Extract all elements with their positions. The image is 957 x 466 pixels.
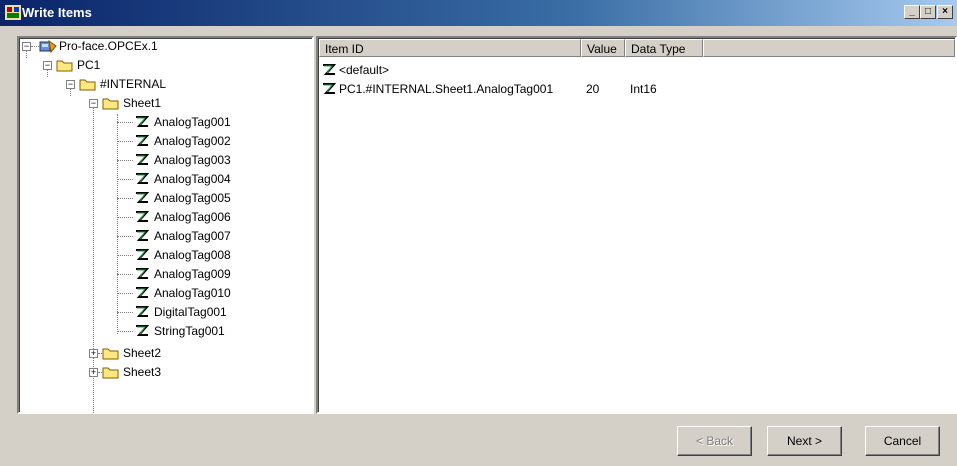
data-type-cell: Int16 — [630, 82, 657, 96]
tag-icon — [136, 116, 149, 127]
tag-icon — [136, 135, 149, 146]
tag-icon — [136, 325, 149, 336]
tag-icon — [136, 211, 149, 222]
tag-icon — [323, 83, 336, 94]
item-tree[interactable]: − Pro-face.OPCEx.1 − PC1 − #INTERNAL − S… — [17, 36, 314, 414]
tree-line — [117, 293, 133, 294]
write-items-dialog: Write Items _ □ × − Pro-face.OPCEx.1 − P… — [0, 0, 957, 466]
maximize-button[interactable]: □ — [920, 5, 936, 19]
tree-label: AnalogTag009 — [154, 267, 231, 281]
next-button[interactable]: Next > — [767, 426, 842, 456]
tree-label: AnalogTag007 — [154, 229, 231, 243]
tag-icon — [136, 306, 149, 317]
tree-label: AnalogTag001 — [154, 115, 231, 129]
folder-icon — [102, 98, 119, 110]
tag-icon — [136, 249, 149, 260]
tag-icon — [136, 192, 149, 203]
collapse-toggle[interactable]: − — [22, 42, 31, 51]
tree-label: AnalogTag005 — [154, 191, 231, 205]
tag-icon — [136, 268, 149, 279]
item-list[interactable]: Item ID Value Data Type <default> PC1.#I… — [316, 36, 957, 414]
tree-line — [117, 198, 133, 199]
column-header-filler — [703, 39, 955, 57]
tree-label: StringTag001 — [154, 324, 225, 338]
list-row[interactable]: PC1.#INTERNAL.Sheet1.AnalogTag001 20 Int… — [318, 81, 948, 98]
tag-icon — [136, 230, 149, 241]
folder-icon — [56, 60, 73, 72]
tree-line — [26, 50, 27, 58]
back-button[interactable]: < Back — [677, 426, 752, 456]
folder-icon — [79, 79, 96, 91]
cancel-button[interactable]: Cancel — [865, 426, 940, 456]
item-id-cell: PC1.#INTERNAL.Sheet1.AnalogTag001 — [339, 82, 554, 96]
tree-line — [117, 255, 133, 256]
tree-line — [117, 331, 133, 332]
tree-label: Sheet2 — [123, 346, 162, 360]
tree-label: DigitalTag001 — [154, 305, 227, 319]
tree-line — [117, 312, 133, 313]
close-button[interactable]: × — [937, 5, 953, 19]
tag-icon — [136, 287, 149, 298]
expand-toggle[interactable]: + — [89, 368, 98, 377]
collapse-toggle[interactable]: − — [89, 99, 98, 108]
tree-line — [117, 217, 133, 218]
item-id-cell: <default> — [339, 63, 390, 77]
tree-line — [31, 46, 39, 47]
tree-label: Sheet1 — [123, 96, 162, 110]
tree-label: AnalogTag002 — [154, 134, 231, 148]
tree-label: Pro-face.OPCEx.1 — [59, 39, 158, 53]
column-header-value[interactable]: Value — [581, 39, 625, 57]
tree-line — [117, 114, 118, 334]
tag-icon — [136, 154, 149, 165]
tree-line — [117, 141, 133, 142]
tree-line — [117, 122, 133, 123]
value-cell: 20 — [586, 82, 600, 96]
column-header-data-type[interactable]: Data Type — [625, 39, 703, 57]
tree-label: AnalogTag004 — [154, 172, 231, 186]
window-title: Write Items — [22, 5, 92, 20]
tree-label: Sheet3 — [123, 365, 162, 379]
tree-label: AnalogTag008 — [154, 248, 231, 262]
collapse-toggle[interactable]: − — [43, 61, 52, 70]
tree-line — [117, 274, 133, 275]
collapse-toggle[interactable]: − — [66, 80, 75, 89]
tag-icon — [323, 64, 336, 75]
tree-line — [117, 160, 133, 161]
expand-toggle[interactable]: + — [89, 349, 98, 358]
tree-label: AnalogTag003 — [154, 153, 231, 167]
tree-line — [117, 236, 133, 237]
tag-icon — [136, 173, 149, 184]
tree-label: PC1 — [77, 58, 101, 72]
folder-icon — [102, 348, 119, 360]
column-header-item-id[interactable]: Item ID — [319, 39, 581, 57]
tree-label: AnalogTag006 — [154, 210, 231, 224]
minimize-button[interactable]: _ — [904, 5, 920, 19]
folder-icon — [102, 367, 119, 379]
list-row[interactable]: <default> — [318, 62, 948, 79]
tree-label: #INTERNAL — [100, 77, 167, 91]
tree-line — [47, 69, 48, 77]
tree-line — [70, 88, 71, 96]
tree-label: AnalogTag010 — [154, 286, 231, 300]
title-bar[interactable]: Write Items _ □ × — [0, 0, 957, 26]
server-icon — [39, 40, 57, 53]
tree-line — [117, 179, 133, 180]
app-icon — [5, 5, 21, 20]
